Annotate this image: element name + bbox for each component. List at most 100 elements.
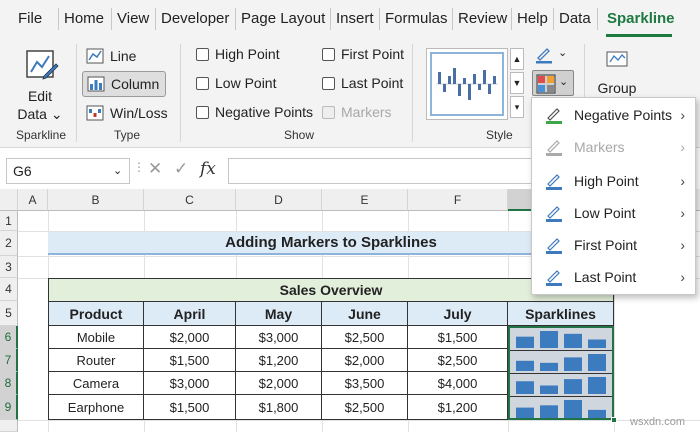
- table-cell[interactable]: $2,500: [408, 349, 508, 372]
- row-header-2[interactable]: 2: [0, 231, 18, 256]
- chevron-right-icon: ›: [680, 107, 685, 123]
- menu-developer[interactable]: Developer: [161, 10, 229, 27]
- sparkline-bar: [588, 339, 606, 348]
- header-sparklines: Sparklines: [508, 302, 614, 326]
- menu-item-negative-points[interactable]: Negative Points ›: [532, 100, 695, 130]
- row-header-10[interactable]: [0, 420, 18, 432]
- table-cell[interactable]: Camera: [48, 372, 144, 395]
- type-winloss-button[interactable]: Win/Loss: [86, 103, 168, 123]
- col-header-e[interactable]: E: [322, 189, 408, 211]
- sparkline-color-button[interactable]: ⌄: [534, 44, 572, 66]
- table-cell[interactable]: $2,000: [236, 372, 322, 395]
- table-cell[interactable]: Mobile: [48, 326, 144, 349]
- menu-view[interactable]: View: [117, 10, 149, 27]
- negative-points-checkbox[interactable]: Negative Points: [196, 104, 313, 120]
- last-point-checkbox[interactable]: Last Point: [322, 75, 403, 91]
- first-point-color-icon: [546, 238, 562, 254]
- row-header-8[interactable]: 8: [0, 372, 18, 395]
- sparkline-range[interactable]: [508, 326, 617, 423]
- fx-icon[interactable]: fx: [200, 159, 216, 179]
- table-cell[interactable]: $1,500: [408, 326, 508, 349]
- enter-icon[interactable]: ✓: [174, 159, 188, 179]
- table-cell[interactable]: $1,200: [408, 395, 508, 420]
- type-winloss-label: Win/Loss: [110, 105, 168, 121]
- menu-item-first-point[interactable]: First Point ›: [532, 230, 695, 260]
- col-header-d[interactable]: D: [236, 189, 322, 211]
- table-cell[interactable]: $1,500: [144, 349, 236, 372]
- menu-item-markers: Markers ›: [532, 132, 695, 162]
- table-cell[interactable]: $3,500: [322, 372, 408, 395]
- table-cell[interactable]: $3,000: [236, 326, 322, 349]
- sparkline-bar: [540, 385, 558, 394]
- first-point-checkbox[interactable]: First Point: [322, 46, 404, 62]
- column-style-icon: [436, 68, 498, 100]
- chevron-down-icon: ⌄: [559, 76, 569, 88]
- marker-color-icon: [536, 74, 556, 94]
- col-header-a[interactable]: A: [18, 189, 48, 211]
- row-header-5[interactable]: 5: [0, 301, 18, 326]
- menu-item-high-point[interactable]: High Point ›: [532, 166, 695, 196]
- fill-handle[interactable]: [611, 417, 617, 423]
- menu-insert[interactable]: Insert: [336, 10, 374, 27]
- watermark: wsxdn.com: [630, 416, 686, 428]
- markers-checkbox: Markers: [322, 104, 392, 120]
- style-scroll-down[interactable]: ▼: [510, 72, 524, 94]
- row-header-7[interactable]: 7: [0, 349, 18, 372]
- low-point-checkbox[interactable]: Low Point: [196, 75, 276, 91]
- table-cell[interactable]: $4,000: [408, 372, 508, 395]
- sheet-title: Adding Markers to Sparklines: [48, 232, 614, 255]
- chevron-down-icon: ⌄: [50, 106, 63, 122]
- cancel-icon[interactable]: ✕: [148, 159, 162, 179]
- style-scroll-up[interactable]: ▲: [510, 48, 524, 70]
- col-header-f[interactable]: F: [408, 189, 508, 211]
- menu-file[interactable]: File: [18, 10, 42, 27]
- menu-sparkline[interactable]: Sparkline: [607, 10, 675, 27]
- header-may: May: [236, 302, 322, 326]
- type-column-button[interactable]: Column: [82, 71, 167, 97]
- group-button[interactable]: Group: [592, 50, 642, 100]
- col-header-b[interactable]: B: [48, 189, 144, 211]
- chevron-right-icon: ›: [680, 205, 685, 221]
- row-header-3[interactable]: 3: [0, 256, 18, 278]
- chevron-right-icon: ›: [680, 269, 685, 285]
- name-box[interactable]: G6: [6, 158, 130, 184]
- table-cell[interactable]: $3,000: [144, 372, 236, 395]
- table-cell[interactable]: Router: [48, 349, 144, 372]
- menu-formulas[interactable]: Formulas: [385, 10, 448, 27]
- menu-data[interactable]: Data: [559, 10, 591, 27]
- row-header-1[interactable]: 1: [0, 211, 18, 231]
- sparklines-svg: [510, 328, 612, 418]
- row-header-6[interactable]: 6: [0, 326, 18, 349]
- row-header-4[interactable]: 4: [0, 278, 18, 301]
- high-point-checkbox[interactable]: High Point: [196, 46, 280, 62]
- style-more[interactable]: ▾: [510, 96, 524, 118]
- type-line-label: Line: [110, 48, 137, 64]
- table-cell[interactable]: $2,000: [322, 349, 408, 372]
- table-cell[interactable]: $1,500: [144, 395, 236, 420]
- first-point-label: First Point: [341, 46, 405, 62]
- menu-review[interactable]: Review: [458, 10, 507, 27]
- col-header-c[interactable]: C: [144, 189, 236, 211]
- row-header-9[interactable]: 9: [0, 395, 18, 420]
- menu-item-last-point[interactable]: Last Point ›: [532, 262, 695, 292]
- name-box-dropdown-icon[interactable]: ⌄: [113, 164, 122, 177]
- table-cell[interactable]: $2,000: [144, 326, 236, 349]
- marker-color-button[interactable]: ⌄: [532, 70, 574, 96]
- table-title: Sales Overview: [48, 278, 614, 302]
- menu-item-low-point[interactable]: Low Point ›: [532, 198, 695, 228]
- table-cell[interactable]: $1,200: [236, 349, 322, 372]
- table-cell[interactable]: $2,500: [322, 326, 408, 349]
- menu-home[interactable]: Home: [64, 10, 104, 27]
- type-line-button[interactable]: Line: [86, 46, 136, 66]
- menu-page-layout[interactable]: Page Layout: [241, 10, 325, 27]
- table-cell[interactable]: Earphone: [48, 395, 144, 420]
- sparkline-bar: [588, 377, 606, 394]
- menu-help[interactable]: Help: [517, 10, 548, 27]
- table-cell[interactable]: $1,800: [236, 395, 322, 420]
- sparkline-bar: [564, 333, 582, 348]
- select-all-corner[interactable]: [0, 189, 18, 211]
- edit-data-button[interactable]: Edit Data ⌄: [14, 46, 66, 122]
- group-label: Group: [597, 80, 637, 96]
- table-cell[interactable]: $2,500: [322, 395, 408, 420]
- style-gallery[interactable]: [426, 48, 508, 120]
